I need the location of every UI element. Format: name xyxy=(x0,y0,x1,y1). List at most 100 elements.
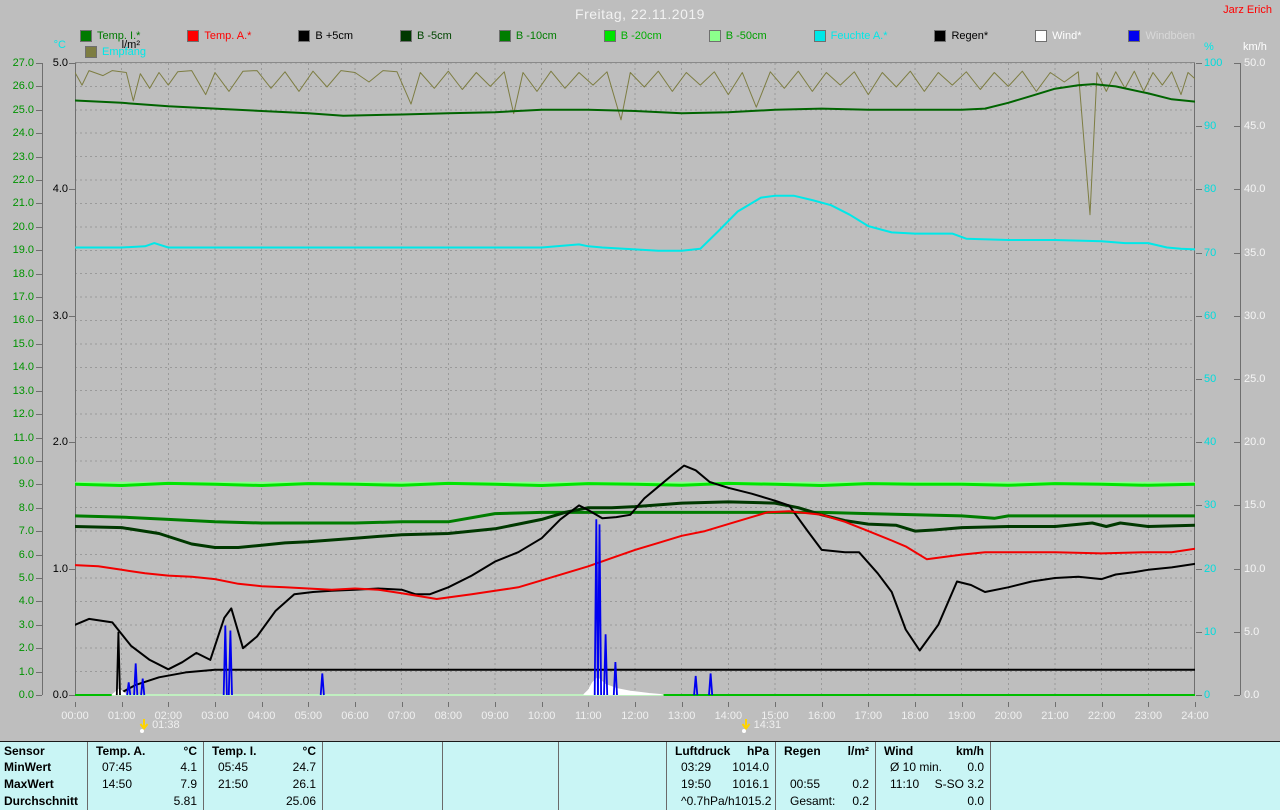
table-cell-value: 4.1 xyxy=(180,760,197,774)
legend-item-wind[interactable]: Wind* xyxy=(1035,30,1081,42)
spike-windb-en xyxy=(126,682,132,696)
legend-item-label: Regen* xyxy=(951,30,989,42)
table-cell-value: 26.1 xyxy=(292,777,316,791)
axis-tick-rain xyxy=(69,63,75,64)
legend-item-b-10cm[interactable]: B -10cm xyxy=(498,30,557,42)
temp-a-color-box-icon xyxy=(187,30,200,42)
legend-item-label: B -50cm xyxy=(725,30,767,42)
axis-tick-label-rain: 5.0 xyxy=(52,57,68,69)
table-row: ^0.7hPa/h 1015.2 xyxy=(667,793,775,810)
chart-canvas[interactable] xyxy=(73,62,1197,702)
b-10cm-color-box-icon xyxy=(498,30,511,42)
time-axis-tick xyxy=(1148,702,1150,707)
time-axis-tick xyxy=(1195,702,1196,707)
table-group-unit: hPa xyxy=(746,744,769,758)
axis-tick-wind xyxy=(1234,695,1240,696)
axis-tick-label-temp: 8.0 xyxy=(18,501,34,514)
axis-tick-label-temp: 16.0 xyxy=(12,314,34,327)
time-axis-tick xyxy=(168,702,170,707)
legend-item-regen[interactable]: Regen* xyxy=(934,30,988,42)
spike-regen xyxy=(115,631,121,696)
time-axis-tick xyxy=(215,702,216,707)
time-axis-label: 07:00 xyxy=(387,710,416,722)
legend-item-b-20cm[interactable]: B -20cm xyxy=(603,30,662,42)
chart-plot-area[interactable] xyxy=(73,62,1197,702)
time-axis-label: 21:00 xyxy=(1041,710,1069,722)
axis-tick-label-wind: 15.0 xyxy=(1244,499,1266,512)
user-name: Jarz Erich xyxy=(1223,4,1272,16)
time-axis-label: 11:00 xyxy=(574,710,602,722)
time-axis-tick xyxy=(728,702,730,707)
time-axis-label: 19:00 xyxy=(947,710,976,722)
table-group-temp-i: Temp. I. °C 05:45 24.7 21:50 26.1 25.06 xyxy=(203,742,322,810)
axis-tick-rain xyxy=(69,189,75,191)
time-axis-label: 00:00 xyxy=(61,710,89,722)
axis-tick-label-rain: 2.0 xyxy=(52,436,68,449)
axis-tick-label-humidity: 20 xyxy=(1204,562,1217,575)
time-axis-tick xyxy=(75,702,76,707)
axis-tick-rain xyxy=(69,315,75,317)
table-group-header: Temp. I. °C xyxy=(204,742,322,759)
legend-item-feuchte-a[interactable]: Feuchte A.* xyxy=(813,30,888,42)
axis-tick-label-temp: 22.0 xyxy=(12,174,34,187)
axis-tick-label-wind: 10.0 xyxy=(1244,562,1266,575)
axis-tick-label-wind: 0.0 xyxy=(1244,689,1260,701)
axis-tick-label-humidity: 60 xyxy=(1204,309,1217,322)
event-marker-time: 14:31 xyxy=(753,719,782,731)
table-row-label: MaxWert xyxy=(4,777,54,791)
legend-item-b-5cm[interactable]: B +5cm xyxy=(298,30,353,42)
event-marker-icon xyxy=(139,719,152,736)
time-axis-tick xyxy=(821,702,823,707)
wind-color-box-icon xyxy=(1035,30,1048,42)
table-group-regen: Regen l/m² 00:55 0.2 Gesamt: 0.2 xyxy=(775,742,875,810)
table-cell-time: 11:10 xyxy=(890,777,920,791)
axis-tick-label-wind: 40.0 xyxy=(1244,183,1266,196)
spike-windb-en xyxy=(140,678,146,696)
legend-item-label: B +5cm xyxy=(315,30,354,42)
table-row xyxy=(323,776,442,793)
axis-tick-label-temp: 7.0 xyxy=(18,525,34,538)
spike-windb-en xyxy=(693,675,699,696)
table-cell-time: Gesamt: xyxy=(790,794,836,808)
axis-tick-label-humidity: 100 xyxy=(1204,57,1223,69)
axis-tick-label-temp: 14.0 xyxy=(12,361,34,374)
table-cell-value: S-SO 3.2 xyxy=(934,777,984,791)
legend-item-b-50cm[interactable]: B -50cm xyxy=(708,30,767,42)
time-axis-tick xyxy=(915,702,916,707)
axis-tick-label-temp: 20.0 xyxy=(12,220,34,233)
b-5cm-color-box-icon xyxy=(400,30,412,42)
event-marker: 14:31 xyxy=(741,719,782,736)
axis-tick-label-wind: 30.0 xyxy=(1244,309,1266,322)
legend-item-b-5cm[interactable]: B -5cm xyxy=(400,30,452,42)
axis-tick-humidity xyxy=(1196,442,1202,444)
axis-unit-temp: °C xyxy=(53,39,66,51)
axis-tick-label-temp: 17.0 xyxy=(12,291,34,304)
axis-tick-humidity xyxy=(1196,189,1202,191)
legend-item-temp-a[interactable]: Temp. A.* xyxy=(187,30,251,42)
feuchte-a-color-box-icon xyxy=(813,30,826,42)
table-row: 5.81 xyxy=(88,793,203,810)
b-50cm-color-box-icon xyxy=(708,30,721,42)
spike-windb-en xyxy=(222,625,228,696)
legend-item-windb-en[interactable]: Windböen xyxy=(1128,30,1195,42)
b-5cm-color-box-icon xyxy=(298,30,311,42)
time-axis-tick xyxy=(775,702,776,707)
axis-tick-label-wind: 50.0 xyxy=(1244,57,1266,69)
table-row-labels: Sensor MinWert MaxWert Durchschnitt xyxy=(0,742,87,810)
axis-tick-label-temp: 4.0 xyxy=(18,595,34,608)
table-row xyxy=(559,793,666,810)
time-axis-label: 18:00 xyxy=(901,710,929,722)
axis-tick-humidity xyxy=(1196,252,1202,254)
series-wind xyxy=(111,677,664,696)
table-row xyxy=(776,759,875,776)
table-cell-value: 0.0 xyxy=(967,794,984,808)
axis-tick-label-temp: 27.0 xyxy=(12,57,34,69)
table-cell-value: 7.9 xyxy=(180,777,197,791)
event-marker-icon xyxy=(741,719,754,736)
table-row: 19:50 1016.1 xyxy=(667,776,775,793)
table-row: 21:50 26.1 xyxy=(204,776,322,793)
time-axis-label: 23:00 xyxy=(1134,710,1163,722)
table-cell-value: 1015.2 xyxy=(734,794,772,808)
axis-tick-label-rain: 3.0 xyxy=(52,309,68,322)
table-cell-value: 5.81 xyxy=(173,794,197,808)
